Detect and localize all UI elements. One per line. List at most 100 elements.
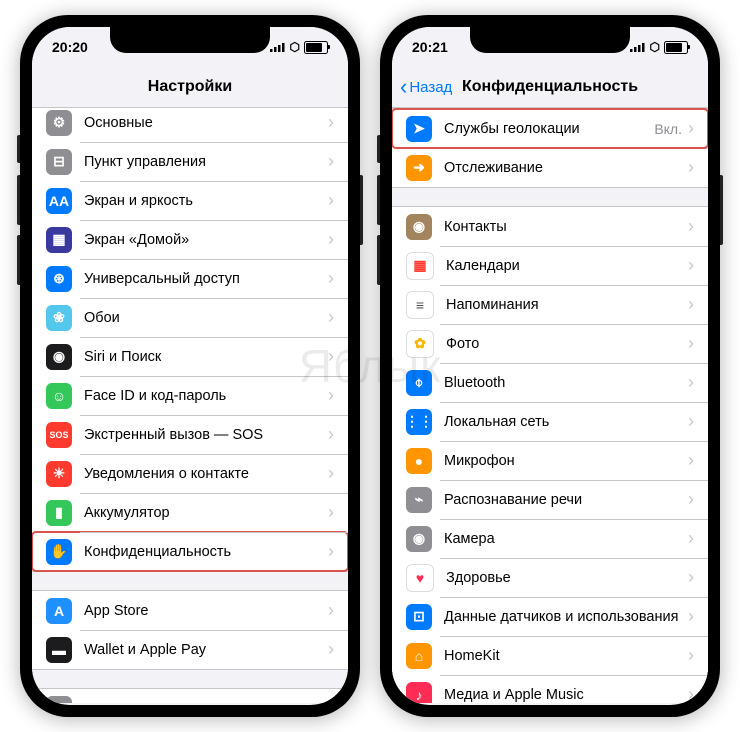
row-icon: ⌽ <box>406 370 432 396</box>
settings-row[interactable]: ▮Аккумулятор› <box>32 493 348 532</box>
settings-row[interactable]: ☺Face ID и код-пароль› <box>32 376 348 415</box>
chevron-right-icon: › <box>688 645 694 666</box>
settings-row[interactable]: ♥Здоровье› <box>392 558 708 597</box>
page-title: Конфиденциальность <box>462 78 638 96</box>
row-label: Распознавание речи <box>444 492 688 508</box>
settings-row[interactable]: AApp Store› <box>32 591 348 630</box>
row-label: Обои <box>84 310 328 326</box>
privacy-list[interactable]: ➤Службы геолокацииВкл.›➜Отслеживание›◉Ко… <box>392 108 708 703</box>
phone-left: 20:20 ⬡ Настройки ⚙︎Основные›⊟Пункт упра… <box>20 15 360 717</box>
settings-row[interactable]: ⌽Bluetooth› <box>392 363 708 402</box>
settings-row[interactable]: ☀ Уведомления о контакте› <box>32 454 348 493</box>
chevron-right-icon: › <box>328 463 334 484</box>
row-label: App Store <box>84 603 328 619</box>
settings-row[interactable]: ⊡Данные датчиков и использования› <box>392 597 708 636</box>
settings-row[interactable]: ⊛Универсальный доступ› <box>32 259 348 298</box>
chevron-right-icon: › <box>688 255 694 276</box>
row-label: Фото <box>446 336 688 352</box>
battery-icon <box>664 41 688 54</box>
settings-row[interactable]: ▦ Календари› <box>392 246 708 285</box>
chevron-right-icon: › <box>688 157 694 178</box>
chevron-left-icon: ‹ <box>400 74 407 100</box>
settings-row[interactable]: ⌁ Распознавание речи› <box>392 480 708 519</box>
settings-row[interactable]: ◉Siri и Поиск› <box>32 337 348 376</box>
row-icon: ♥ <box>406 564 434 592</box>
row-label: Здоровье <box>446 570 688 586</box>
row-icon: ☺ <box>46 383 72 409</box>
row-label: Службы геолокации <box>444 121 654 137</box>
back-label: Назад <box>409 79 452 96</box>
row-icon: ◉ <box>406 214 432 240</box>
chevron-right-icon: › <box>328 502 334 523</box>
phone-right: 20:21 ⬡ ‹ Назад Конфиденциальность ➤Служ… <box>380 15 720 717</box>
row-label: Медиа и Apple Music <box>444 687 688 703</box>
chevron-right-icon: › <box>328 424 334 445</box>
row-icon: ◉ <box>46 344 72 370</box>
row-label: Экран «Домой» <box>84 232 328 248</box>
row-icon: ✋ <box>46 539 72 565</box>
settings-row[interactable]: ▦Экран «Домой»› <box>32 220 348 259</box>
row-label: Экстренный вызов — SOS <box>84 427 328 443</box>
row-label: Напоминания <box>446 297 688 313</box>
nav-bar: Настройки <box>32 67 348 108</box>
wifi-icon: ⬡ <box>650 40 660 54</box>
settings-row[interactable]: ⊟Пункт управления› <box>32 142 348 181</box>
battery-icon <box>304 41 328 54</box>
row-label: Отслеживание <box>444 160 688 176</box>
settings-row[interactable]: AAЭкран и яркость› <box>32 181 348 220</box>
row-detail: Вкл. <box>654 121 682 137</box>
chevron-right-icon: › <box>688 216 694 237</box>
status-time: 20:21 <box>412 39 448 55</box>
row-icon: ➜ <box>406 155 432 181</box>
settings-row[interactable]: ◉Камера› <box>392 519 708 558</box>
row-label: Календари <box>446 258 688 274</box>
chevron-right-icon: › <box>328 229 334 250</box>
row-icon: ▦ <box>406 252 434 280</box>
settings-row[interactable]: ≡Напоминания› <box>392 285 708 324</box>
notch <box>110 27 270 53</box>
settings-row[interactable]: ◉Контакты› <box>392 207 708 246</box>
row-label: HomeKit <box>444 648 688 664</box>
chevron-right-icon: › <box>328 541 334 562</box>
settings-row[interactable]: ❀Обои› <box>32 298 348 337</box>
row-icon: ⌁ <box>406 487 432 513</box>
settings-row[interactable]: SOS Экстренный вызов — SOS› <box>32 415 348 454</box>
chevron-right-icon: › <box>688 450 694 471</box>
row-icon: ☀ <box>46 461 72 487</box>
row-label: Основные <box>84 115 328 131</box>
chevron-right-icon: › <box>328 639 334 660</box>
back-button[interactable]: ‹ Назад <box>400 67 452 107</box>
row-label: Уведомления о контакте <box>84 466 328 482</box>
settings-row[interactable]: ⚙︎Основные› <box>32 108 348 142</box>
settings-row[interactable]: ➜ Отслеживание› <box>392 148 708 187</box>
settings-row[interactable]: ● Микрофон› <box>392 441 708 480</box>
nav-bar: ‹ Назад Конфиденциальность <box>392 67 708 108</box>
row-icon: AA <box>46 188 72 214</box>
row-label: Пункт управления <box>84 154 328 170</box>
settings-row[interactable]: ⋮⋮Локальная сеть› <box>392 402 708 441</box>
settings-row[interactable]: ✿Фото› <box>392 324 708 363</box>
row-icon: ✿ <box>406 330 434 358</box>
row-icon: ⊡ <box>406 604 432 630</box>
settings-row[interactable]: ▬Wallet и Apple Pay› <box>32 630 348 669</box>
settings-row[interactable]: ⌂HomeKit› <box>392 636 708 675</box>
settings-row[interactable]: ✋Конфиденциальность› <box>32 532 348 571</box>
row-icon: SOS <box>46 422 72 448</box>
settings-row[interactable]: ♪Медиа и Apple Music› <box>392 675 708 703</box>
row-icon: ❀ <box>46 305 72 331</box>
settings-row[interactable]: ⚿Пароли› <box>32 689 348 703</box>
row-label: Siri и Поиск <box>84 349 328 365</box>
row-label: Микрофон <box>444 453 688 469</box>
row-label: Wallet и Apple Pay <box>84 642 328 658</box>
row-icon: ● <box>406 448 432 474</box>
settings-list[interactable]: ⚙︎Основные›⊟Пункт управления› AA Экран и я… <box>32 108 348 703</box>
notch <box>470 27 630 53</box>
chevron-right-icon: › <box>688 489 694 510</box>
row-icon: ♪ <box>406 682 432 704</box>
status-time: 20:20 <box>52 39 88 55</box>
settings-row[interactable]: ➤Службы геолокацииВкл.› <box>392 109 708 148</box>
row-label: Экран и яркость <box>84 193 328 209</box>
chevron-right-icon: › <box>328 698 334 703</box>
chevron-right-icon: › <box>328 600 334 621</box>
row-label: Bluetooth <box>444 375 688 391</box>
